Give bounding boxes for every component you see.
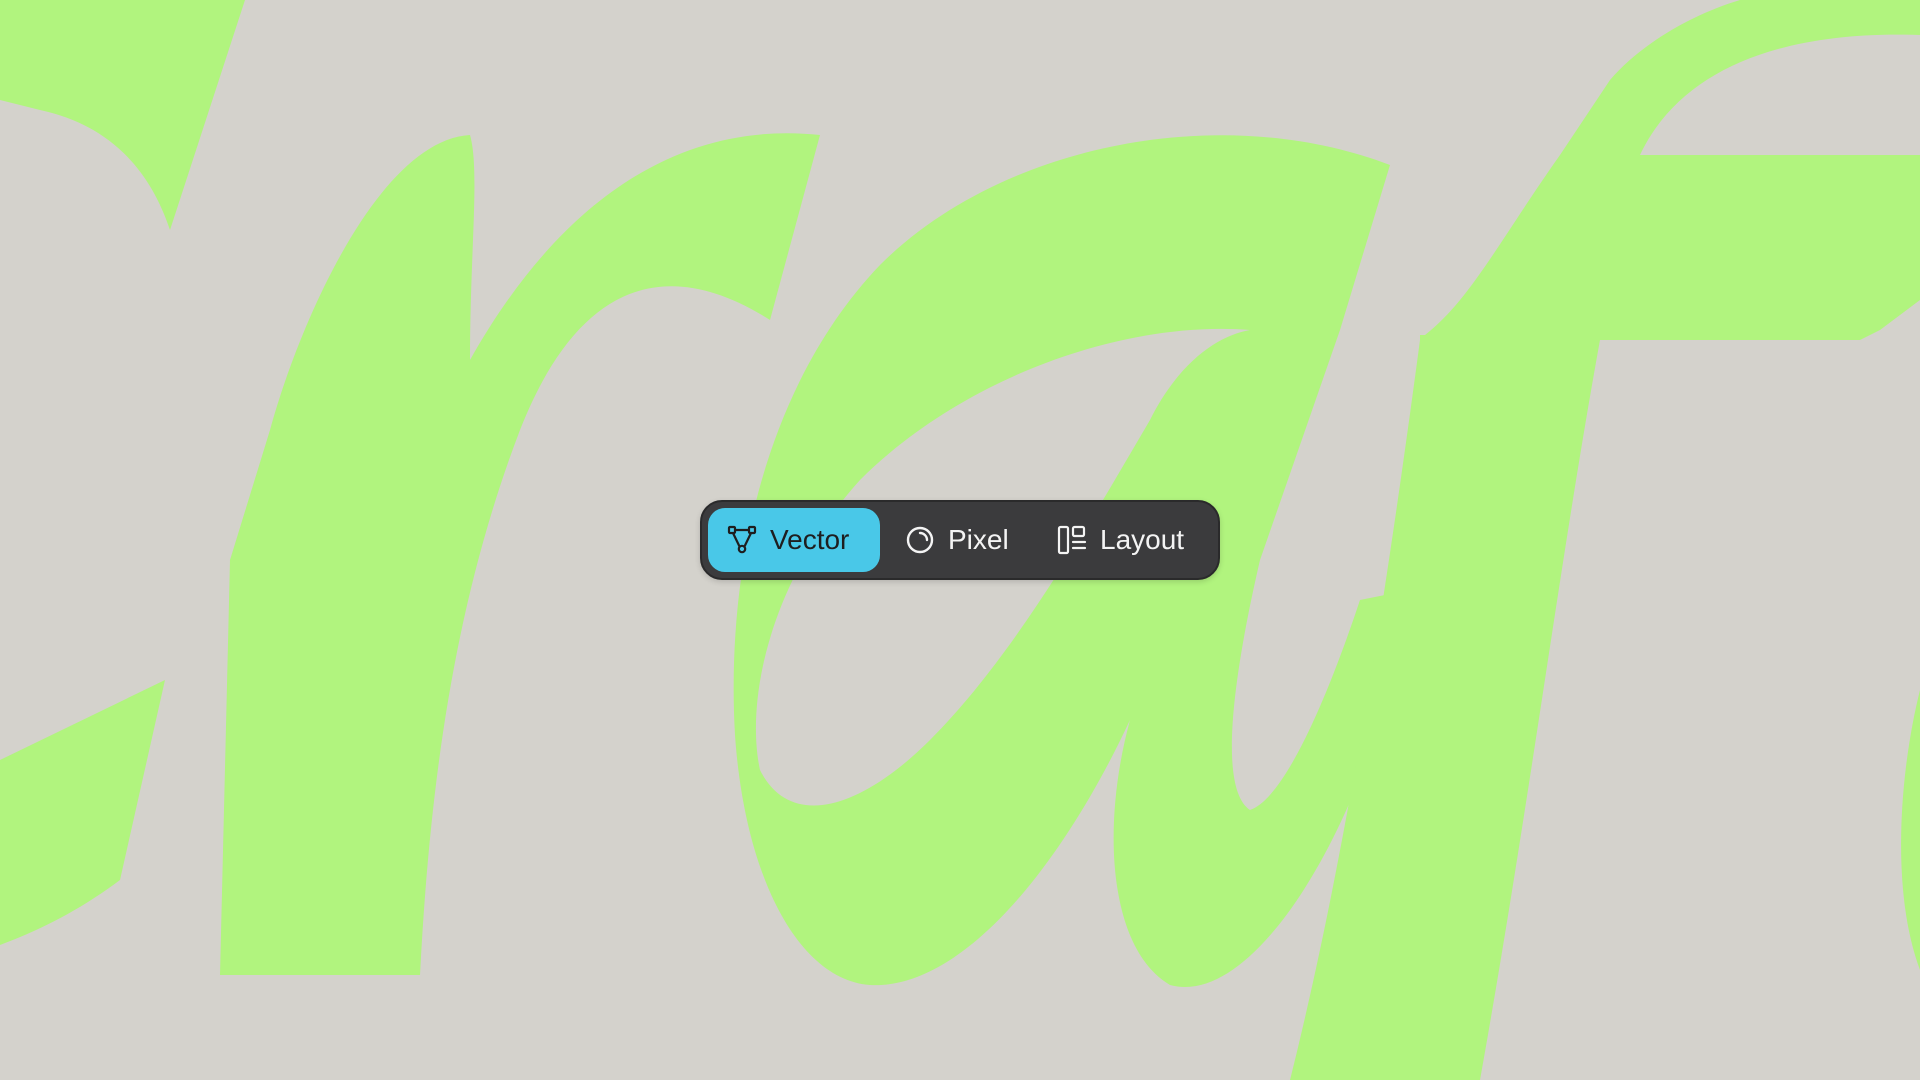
- layout-mode-button[interactable]: Layout: [1036, 508, 1206, 572]
- letterform-next: [1901, 690, 1920, 970]
- mode-switcher: Vector Pixel Layout: [700, 500, 1220, 580]
- layout-mode-label: Layout: [1100, 524, 1185, 555]
- vector-mode-label: Vector: [770, 524, 850, 555]
- canvas: Vector Pixel Layout: [0, 0, 1920, 1080]
- letterform-c: [0, 0, 245, 230]
- layout-columns-icon: [1056, 524, 1088, 556]
- pixel-mode-label: Pixel: [948, 524, 1009, 555]
- pixel-mode-button[interactable]: Pixel: [884, 508, 1032, 572]
- letterform-f: [1290, 0, 1920, 1080]
- vector-pen-nodes-icon: [726, 524, 758, 556]
- pixel-circle-icon: [904, 524, 936, 556]
- letterform-c-lower: [0, 680, 165, 945]
- vector-mode-button[interactable]: Vector: [708, 508, 880, 572]
